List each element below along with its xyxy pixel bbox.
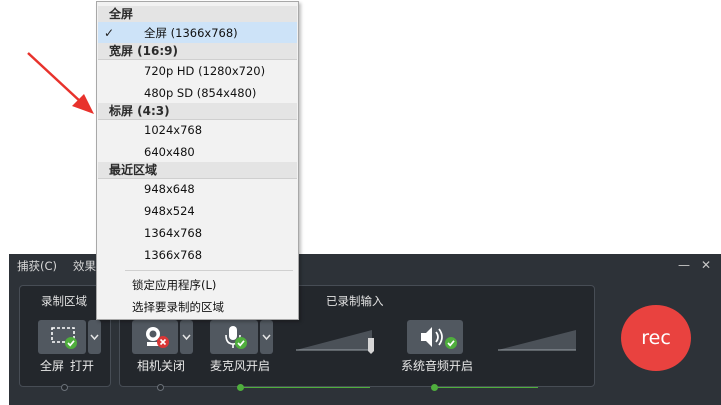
fullscreen-label: 全屏 <box>40 359 65 373</box>
camera-off-badge <box>157 336 169 348</box>
menu-item-948x524[interactable]: 948x524 <box>98 200 297 222</box>
minimize-button[interactable]: — <box>676 256 692 274</box>
chevron-down-icon <box>262 334 271 341</box>
menu-item-label: 锁定应用程序(L) <box>132 278 217 292</box>
microphone-dropdown[interactable] <box>260 320 273 354</box>
menu-item-1024x768[interactable]: 1024x768 <box>98 119 297 141</box>
menu-item-label: 选择要录制的区域 <box>132 300 224 314</box>
system-audio-indicator <box>431 384 438 391</box>
annotation-arrow-icon <box>27 52 94 114</box>
screen-region-icon <box>51 327 75 343</box>
menu-item-lock-application[interactable]: 锁定应用程序(L) <box>98 274 297 296</box>
menu-item-1366x768[interactable]: 1366x768 <box>98 244 297 266</box>
system-audio-indicator-line <box>438 387 538 388</box>
menu-item-640x480[interactable]: 640x480 <box>98 141 297 163</box>
microphone-icon <box>225 326 241 348</box>
microphone-indicator <box>237 384 244 391</box>
open-label: 打开 <box>70 359 95 373</box>
record-area-label: 录制区域 <box>41 294 87 308</box>
menu-item-label: 720p HD (1280x720) <box>144 64 266 78</box>
fullscreen-check-badge <box>65 337 77 349</box>
menu-item-720p[interactable]: 720p HD (1280x720) <box>98 60 297 82</box>
chevron-down-icon <box>182 334 191 341</box>
camera-button[interactable] <box>132 320 178 354</box>
webcam-icon <box>146 327 160 346</box>
screen-region-button[interactable] <box>38 320 86 354</box>
system-audio-label: 系统音频开启 <box>401 359 474 373</box>
section-header-fullscreen: 全屏 <box>98 6 297 22</box>
checkmark-icon: ✓ <box>104 26 115 40</box>
close-button[interactable]: ✕ <box>698 256 714 274</box>
section-header-widescreen: 宽屏 (16:9) <box>98 43 297 59</box>
chevron-down-icon <box>90 334 99 341</box>
menu-item-select-region[interactable]: 选择要录制的区域 <box>98 296 297 318</box>
camera-label: 相机关闭 <box>137 359 186 373</box>
record-area-indicator <box>61 384 68 391</box>
microphone-volume-slider[interactable] <box>296 326 376 354</box>
menu-item-fullscreen-1366x768[interactable]: ✓ 全屏 (1366x768) <box>98 22 297 44</box>
section-header-recent: 最近区域 <box>98 162 297 178</box>
recorded-inputs-label: 已录制输入 <box>326 294 384 308</box>
menu-item-label: 1024x768 <box>144 123 203 137</box>
menu-item-480p[interactable]: 480p SD (854x480) <box>98 82 297 104</box>
menu-item-1364x768[interactable]: 1364x768 <box>98 222 297 244</box>
menu-item-label: 480p SD (854x480) <box>144 86 257 100</box>
menu-effects[interactable]: 效果 <box>73 258 96 274</box>
system-audio-volume-meter <box>498 326 578 354</box>
section-header-standard: 标屏 (4:3) <box>98 103 297 119</box>
camera-indicator <box>157 384 164 391</box>
menu-item-label: 全屏 (1366x768) <box>144 26 238 40</box>
menu-item-948x648[interactable]: 948x648 <box>98 178 297 200</box>
camera-dropdown[interactable] <box>180 320 193 354</box>
microphone-label: 麦克风开启 <box>210 359 271 373</box>
microphone-button[interactable] <box>210 320 258 354</box>
menu-item-label: 948x524 <box>144 204 195 218</box>
record-area-dropdown[interactable] <box>88 320 101 354</box>
menu-item-label: 640x480 <box>144 145 195 159</box>
menu-separator <box>125 270 293 271</box>
menu-item-label: 1366x768 <box>144 248 203 262</box>
rec-button[interactable]: rec <box>621 305 691 371</box>
microphone-check-badge <box>235 337 247 349</box>
menu-item-label: 1364x768 <box>144 226 203 240</box>
menu-capture[interactable]: 捕获(C) <box>17 258 57 274</box>
recording-area-dropdown-menu: 全屏 ✓ 全屏 (1366x768) 宽屏 (16:9) 720p HD (12… <box>96 1 299 320</box>
menu-item-label: 948x648 <box>144 182 195 196</box>
microphone-indicator-line <box>244 387 370 388</box>
system-audio-check-badge <box>445 337 457 349</box>
